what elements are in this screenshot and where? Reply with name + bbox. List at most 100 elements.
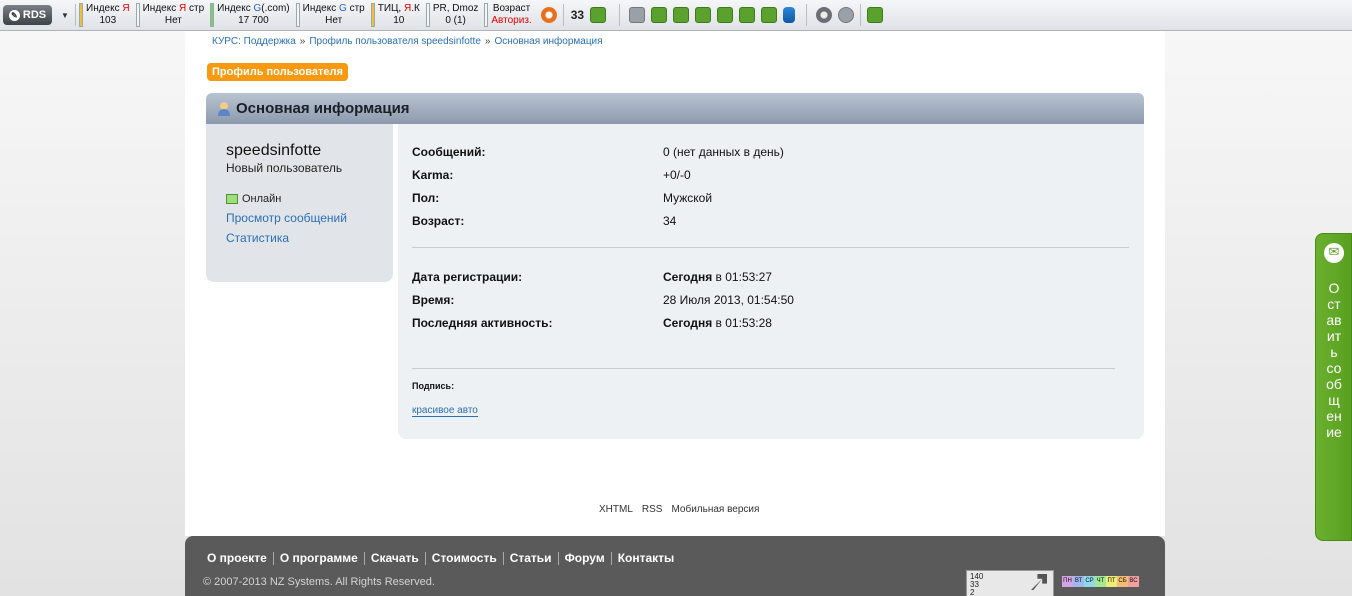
rds-metric-label-pre: Индекс [142, 3, 179, 14]
breadcrumb-separator: » [299, 36, 306, 47]
rds-metric-label-pre: PR, Dmoz [432, 3, 479, 14]
weekday-sun: ВС [1128, 576, 1139, 587]
page-icon[interactable] [651, 7, 668, 23]
weekday-tue: ВТ [1073, 576, 1084, 587]
rds-metric[interactable]: Индекс Я стр Нет [135, 3, 205, 27]
weekday-counter[interactable]: ПН ВТ СР ЧТ ПТ СБ ВС [1062, 576, 1140, 596]
copyright: © 2007-2013 NZ Systems. All Rights Reser… [203, 576, 435, 588]
info-icon[interactable] [540, 7, 557, 23]
footer-nav-divider [363, 551, 365, 565]
rds-metric-value: 17 700 [238, 15, 269, 26]
site-footer: О проекте О программе Скачать Стоимость … [185, 536, 1165, 596]
footer-nav-forum[interactable]: Форум [561, 551, 609, 565]
footer-nav-contacts[interactable]: Контакты [614, 551, 679, 565]
info-value: Мужской [663, 191, 713, 205]
rds-metric-label-accent: Я [122, 3, 130, 14]
footer-nav-about-project[interactable]: О проекте [203, 551, 271, 565]
rds-metric-text: Индекс G стр Нет [303, 3, 365, 27]
edit-icon[interactable] [717, 7, 734, 23]
rds-logo-button[interactable]: ✎ RDS [3, 5, 52, 25]
rds-metric-label: Индекс Я стр [143, 3, 205, 15]
visit-counter[interactable]: 140 33 2 [966, 570, 1054, 596]
info-value: Сегодня в 01:53:28 [663, 316, 772, 332]
rds-metric-text: Возраст Авториз. [491, 3, 531, 27]
weekday-mon: ПН [1062, 576, 1073, 587]
info-label: Karma: [412, 168, 454, 182]
info-value-rest: в 01:53:27 [712, 270, 772, 284]
info-row: Дата регистрации: Сегодня в 01:53:27 [412, 270, 1132, 286]
sitemap-icon[interactable] [673, 7, 690, 23]
rds-metric[interactable]: Индекс Я 103 [79, 3, 130, 27]
info-value-rest: в 01:53:28 [712, 316, 772, 330]
rds-metric-bar [295, 3, 300, 27]
breadcrumb-item-profile[interactable]: Профиль пользователя speedsinfotte [309, 36, 481, 47]
feedback-tab[interactable]: ✉ Оставить сообщение [1315, 233, 1352, 541]
rds-metric-label-pre: Индекс [302, 3, 340, 14]
puzzle-icon[interactable] [867, 7, 884, 23]
signature-link[interactable]: красивое авто [412, 405, 478, 417]
footer-nav-articles[interactable]: Статьи [506, 551, 556, 565]
footer-nav-pricing[interactable]: Стоимость [428, 551, 501, 565]
recycle-icon[interactable] [838, 7, 855, 23]
rds-metric-bar [425, 3, 430, 27]
home-icon[interactable] [739, 7, 756, 23]
rds-metrics: Индекс Я 103 Индекс Я стр Нет Индекс G(.com)… [79, 3, 538, 27]
footer-nav-divider [610, 551, 612, 565]
footer-nav: О проекте О программе Скачать Стоимость … [203, 551, 678, 565]
robots-icon[interactable] [695, 7, 712, 23]
rds-metric[interactable]: Индекс G(.com) 17 700 [210, 3, 290, 27]
divider [412, 247, 1129, 248]
rds-metric-bar [484, 3, 489, 27]
rds-metric-text: PR, Dmoz 0 (1) [433, 3, 479, 27]
mobile-version-link[interactable]: Мобильная версия [671, 504, 759, 515]
footer-nav-download[interactable]: Скачать [367, 551, 423, 565]
footer-nav-divider [557, 551, 559, 565]
weekday-fri: ПТ [1106, 576, 1117, 587]
breadcrumb-item-basic-info[interactable]: Основная информация [494, 36, 602, 47]
rds-metric-label: Индекс G(.com) [217, 3, 290, 15]
rds-metric-label-pre: Индекс [86, 3, 123, 14]
rds-metric-text: Индекс Я 103 [86, 3, 130, 27]
rds-metric[interactable]: PR, Dmoz 0 (1) [425, 3, 479, 27]
info-value-bold: Сегодня [663, 316, 713, 330]
code-icon[interactable] [761, 7, 778, 23]
rds-metric-label: Индекс G стр [303, 3, 365, 15]
profile-tab-button[interactable]: Профиль пользователя [207, 63, 348, 81]
info-label: Возраст: [412, 214, 465, 228]
database-icon[interactable] [783, 7, 796, 23]
info-value: 34 [663, 214, 677, 228]
dropdown-arrow-icon[interactable]: ▼ [58, 11, 72, 20]
xhtml-link[interactable]: XHTML [599, 504, 633, 515]
rds-metric-label: Возраст [493, 3, 530, 15]
chart-icon[interactable] [590, 7, 607, 23]
rss-icon[interactable] [629, 7, 646, 23]
rds-metric-label-accent: G [339, 3, 347, 14]
online-status: Онлайн [226, 193, 373, 205]
toolbar-divider [619, 4, 621, 26]
gear-icon[interactable] [816, 7, 833, 23]
rds-metric[interactable]: Возраст Авториз. [484, 3, 532, 27]
rds-metric-label-post: .К [411, 3, 420, 14]
rss-link[interactable]: RSS [642, 504, 663, 515]
user-icon [217, 101, 231, 116]
rds-metric-bar [210, 3, 215, 27]
info-row: Последняя активность: Сегодня в 01:53:28 [412, 316, 1132, 332]
breadcrumb-item-course[interactable]: КУРС: Поддержка [212, 36, 296, 47]
rds-metric-label: Индекс Я [86, 3, 130, 15]
rds-metric-label-post: (.com) [261, 3, 290, 14]
breadcrumb: КУРС: Поддержка» Профиль пользователя spe… [212, 36, 603, 47]
toolbar-divider [806, 4, 808, 26]
user-rank: Новый пользователь [226, 161, 343, 175]
rds-metric[interactable]: ТИЦ, Я.К 10 [370, 3, 420, 27]
statistics-link[interactable]: Статистика [226, 231, 373, 245]
signature-label: Подпись: [412, 381, 455, 391]
rds-logo-label: RDS [22, 9, 47, 21]
rds-metric-label-post: стр [186, 3, 205, 14]
view-posts-link[interactable]: Просмотр сообщений [226, 211, 373, 225]
info-label: Последняя активность: [412, 316, 553, 330]
footer-nav-about-program[interactable]: О программе [276, 551, 362, 565]
rds-count[interactable]: 33 [571, 8, 584, 22]
rds-metric[interactable]: Индекс G стр Нет [295, 3, 365, 27]
info-value: +0/-0 [663, 168, 691, 182]
info-value: 0 (нет данных в день) [663, 145, 784, 159]
